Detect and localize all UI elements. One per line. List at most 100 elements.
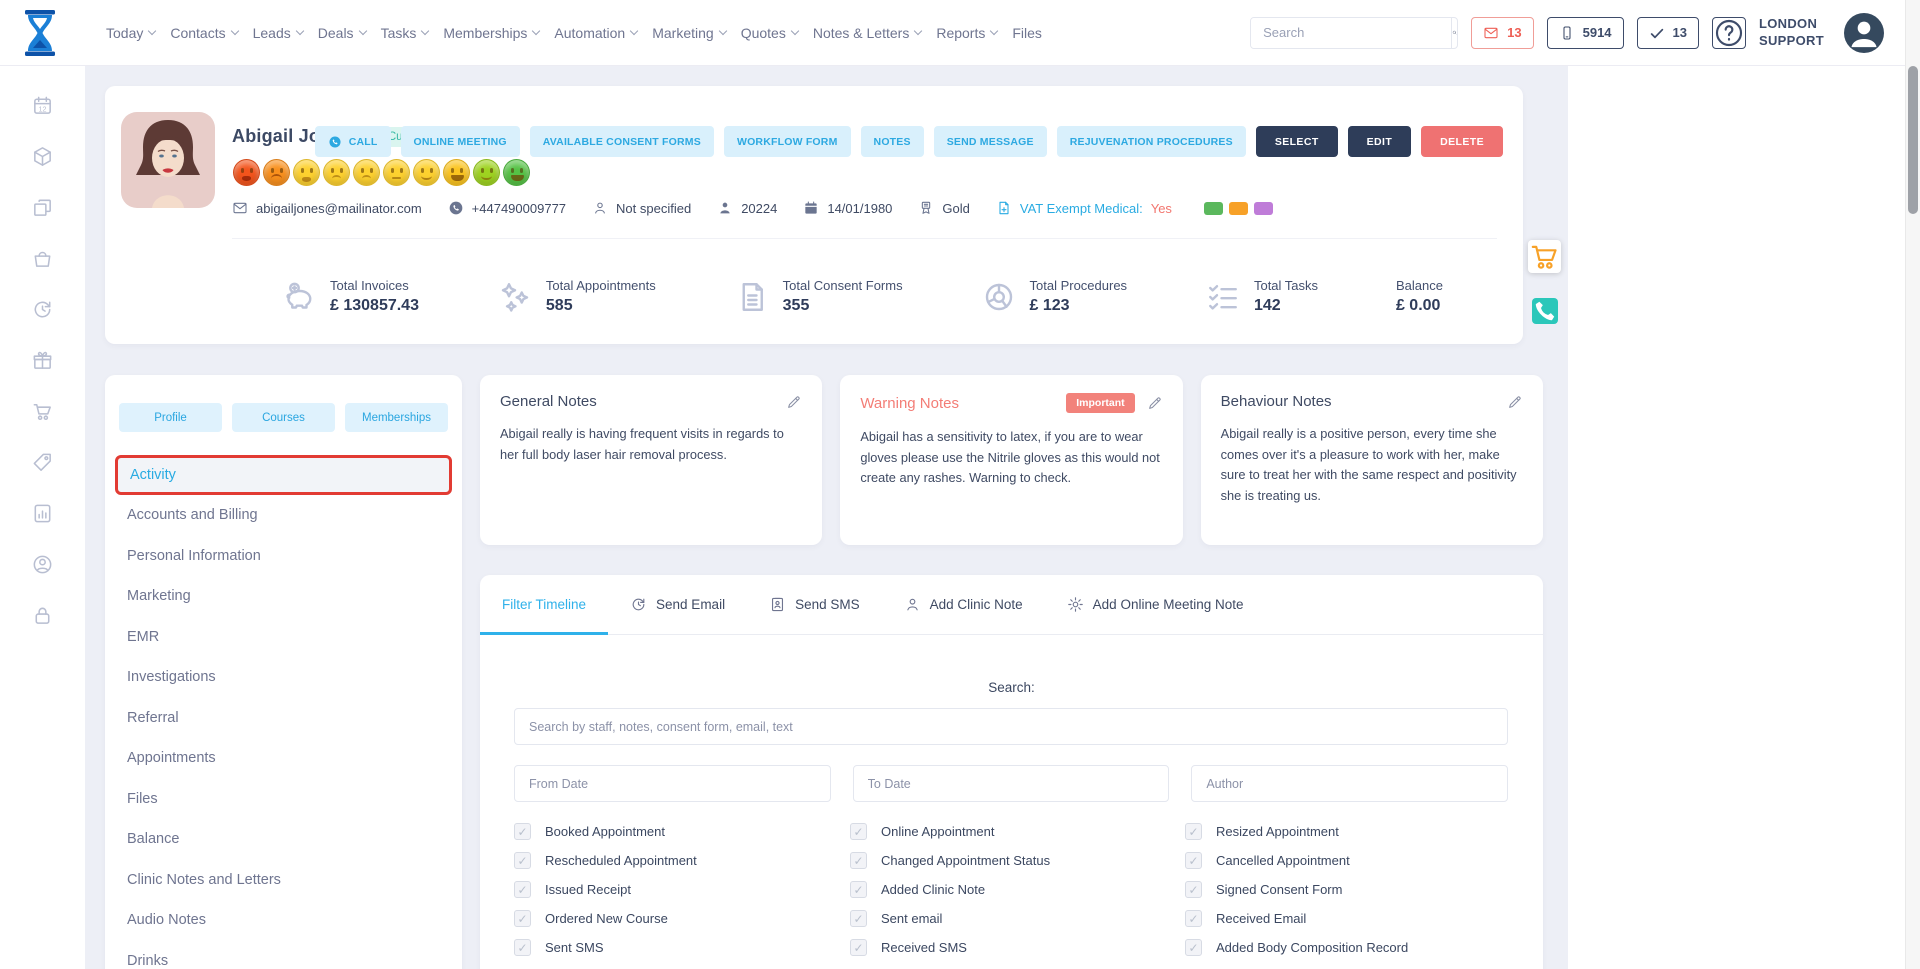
- checkbox[interactable]: [514, 881, 531, 898]
- filter-checkbox-row[interactable]: Changed Appointment Status: [850, 852, 1185, 869]
- nav-item[interactable]: Quotes: [741, 25, 798, 41]
- filter-checkbox-row[interactable]: Signed Consent Form: [1185, 881, 1508, 898]
- checkbox[interactable]: [850, 939, 867, 956]
- nav-item[interactable]: Notes & Letters: [813, 25, 922, 41]
- filter-checkbox-row[interactable]: Issued Receipt: [514, 881, 850, 898]
- checkbox[interactable]: [1185, 910, 1202, 927]
- profile-action-button[interactable]: REJUVENATION PROCEDURES: [1057, 126, 1246, 157]
- section-menu-item[interactable]: Audio Notes: [115, 900, 452, 941]
- checkbox[interactable]: [1185, 881, 1202, 898]
- mood-face-icon[interactable]: [353, 159, 380, 186]
- checkbox[interactable]: [850, 823, 867, 840]
- checkbox[interactable]: [514, 852, 531, 869]
- section-menu-item[interactable]: Balance: [115, 819, 452, 860]
- section-menu-item[interactable]: Appointments: [115, 738, 452, 779]
- package-icon[interactable]: [31, 145, 54, 168]
- filter-checkbox-row[interactable]: Cancelled Appointment: [1185, 852, 1508, 869]
- sms-notifications-badge[interactable]: 5914: [1547, 17, 1624, 49]
- nav-item[interactable]: Reports: [936, 25, 997, 41]
- profile-action-button[interactable]: AVAILABLE CONSENT FORMS: [530, 126, 714, 157]
- basket-icon[interactable]: [31, 247, 54, 270]
- section-menu-item[interactable]: EMR: [115, 617, 452, 658]
- mood-face-icon[interactable]: [263, 159, 290, 186]
- checkbox[interactable]: [514, 910, 531, 927]
- filter-checkbox-row[interactable]: Sent SMS: [514, 939, 850, 956]
- panel-tab[interactable]: Profile: [119, 403, 222, 432]
- customer-photo[interactable]: [121, 112, 215, 208]
- section-menu-item[interactable]: Referral: [115, 698, 452, 739]
- checkbox[interactable]: [514, 939, 531, 956]
- scrollbar-thumb[interactable]: [1908, 66, 1918, 214]
- record-action-button[interactable]: DELETE: [1421, 126, 1503, 157]
- nav-item[interactable]: Contacts: [170, 25, 237, 41]
- mood-face-icon[interactable]: [413, 159, 440, 186]
- gift-icon[interactable]: [31, 349, 54, 372]
- nav-item[interactable]: Leads: [253, 25, 303, 41]
- edit-note-button[interactable]: [1507, 394, 1523, 410]
- nav-item[interactable]: Today: [106, 25, 155, 41]
- timeline-tab[interactable]: Add Online Meeting Note: [1045, 575, 1266, 634]
- mail-notifications-badge[interactable]: 13: [1471, 17, 1533, 49]
- profile-action-button[interactable]: SEND MESSAGE: [934, 126, 1047, 157]
- tag-icon[interactable]: [31, 451, 54, 474]
- mood-face-icon[interactable]: [323, 159, 350, 186]
- filter-checkbox-row[interactable]: Rescheduled Appointment: [514, 852, 850, 869]
- user-clock-icon[interactable]: [31, 553, 54, 576]
- profile-action-button[interactable]: ONLINE MEETING: [401, 126, 520, 157]
- checkbox[interactable]: [1185, 852, 1202, 869]
- section-menu-item[interactable]: Clinic Notes and Letters: [115, 860, 452, 901]
- timeline-tab[interactable]: Add Clinic Note: [882, 575, 1045, 634]
- calendar-icon[interactable]: 12: [31, 94, 54, 117]
- filter-checkbox-row[interactable]: Received Email: [1185, 910, 1508, 927]
- filter-checkbox-row[interactable]: Added Body Composition Record: [1185, 939, 1508, 956]
- checkbox[interactable]: [514, 823, 531, 840]
- nav-item[interactable]: Automation: [554, 25, 637, 41]
- page-scrollbar[interactable]: [1905, 0, 1920, 969]
- filter-checkbox-row[interactable]: Resized Appointment: [1185, 823, 1508, 840]
- history-icon[interactable]: [31, 298, 54, 321]
- timeline-filter-input[interactable]: [853, 765, 1170, 802]
- filter-checkbox-row[interactable]: Online Appointment: [850, 823, 1185, 840]
- profile-action-button[interactable]: CALL: [315, 126, 391, 157]
- copy-icon[interactable]: [31, 196, 54, 219]
- timeline-tab[interactable]: Filter Timeline: [480, 575, 608, 634]
- section-menu-item[interactable]: Investigations: [115, 657, 452, 698]
- section-menu-item[interactable]: Activity: [115, 455, 452, 495]
- nav-item[interactable]: Memberships: [443, 25, 539, 41]
- profile-action-button[interactable]: NOTES: [861, 126, 924, 157]
- record-action-button[interactable]: EDIT: [1348, 126, 1412, 157]
- nav-item[interactable]: Files: [1012, 25, 1042, 41]
- mood-face-icon[interactable]: [383, 159, 410, 186]
- mood-face-icon[interactable]: [503, 159, 530, 186]
- filter-checkbox-row[interactable]: Booked Appointment: [514, 823, 850, 840]
- section-menu-item[interactable]: Accounts and Billing: [115, 495, 452, 536]
- nav-item[interactable]: Tasks: [381, 25, 429, 41]
- section-menu-item[interactable]: Drinks: [115, 941, 452, 969]
- nav-item[interactable]: Marketing: [652, 25, 725, 41]
- tasks-badge[interactable]: 13: [1637, 17, 1699, 49]
- user-avatar[interactable]: [1844, 13, 1884, 53]
- floating-phone-button[interactable]: [1532, 298, 1558, 324]
- section-menu-item[interactable]: Files: [115, 779, 452, 820]
- filter-checkbox-row[interactable]: Sent email: [850, 910, 1185, 927]
- timeline-search-input[interactable]: [514, 708, 1508, 745]
- checkbox[interactable]: [850, 910, 867, 927]
- record-action-button[interactable]: SELECT: [1256, 126, 1338, 157]
- checkbox[interactable]: [850, 852, 867, 869]
- edit-note-button[interactable]: [786, 394, 802, 410]
- search-button[interactable]: [1451, 18, 1457, 48]
- timeline-tab[interactable]: Send Email: [608, 575, 747, 634]
- timeline-filter-input[interactable]: [514, 765, 831, 802]
- section-menu-item[interactable]: Marketing: [115, 576, 452, 617]
- timeline-tab[interactable]: Send SMS: [747, 575, 882, 634]
- chart-icon[interactable]: [31, 502, 54, 525]
- timeline-filter-input[interactable]: [1191, 765, 1508, 802]
- mood-face-icon[interactable]: [473, 159, 500, 186]
- cart-icon[interactable]: [31, 400, 54, 423]
- mood-face-icon[interactable]: [233, 159, 260, 186]
- section-menu-item[interactable]: Personal Information: [115, 536, 452, 577]
- checkbox[interactable]: [1185, 823, 1202, 840]
- floating-cart-button[interactable]: [1528, 240, 1561, 273]
- edit-note-button[interactable]: [1147, 395, 1163, 411]
- mood-face-icon[interactable]: [443, 159, 470, 186]
